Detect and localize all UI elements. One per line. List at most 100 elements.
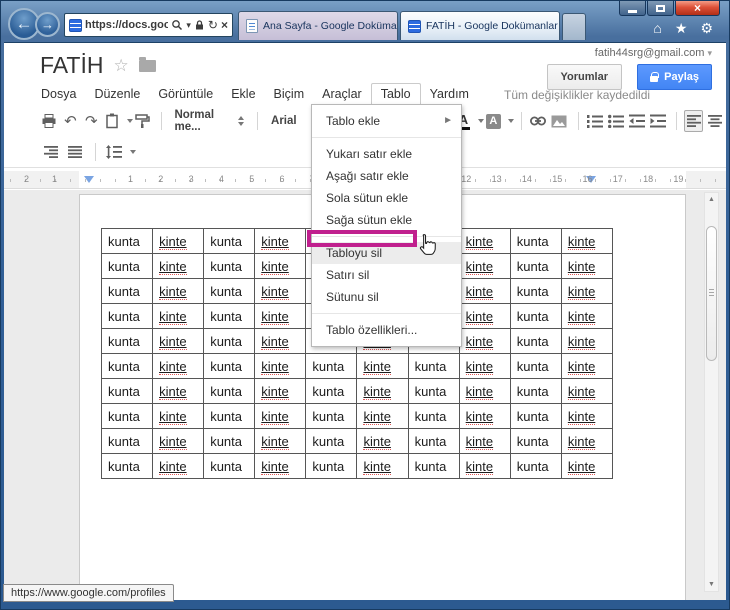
menu-item-sola-s-tun-ekle[interactable]: Sola sütun ekle [312, 187, 461, 209]
table-cell[interactable]: kunta [203, 303, 256, 329]
close-button[interactable]: × [675, 1, 720, 16]
table-cell[interactable]: kunta [100, 353, 154, 379]
scrollbar-thumb[interactable] [706, 226, 717, 361]
paste-icon[interactable] [103, 110, 122, 132]
table-cell[interactable]: kinte [458, 403, 511, 429]
table-cell[interactable]: kunta [509, 328, 562, 354]
table-cell[interactable]: kunta [509, 353, 562, 379]
share-button[interactable]: Paylaş [637, 64, 712, 90]
chevron-down-icon[interactable] [477, 119, 484, 123]
redo-icon[interactable]: ↷ [82, 110, 101, 132]
table-cell[interactable]: kinte [152, 278, 205, 304]
table-cell[interactable]: kunta [509, 228, 562, 254]
menu-araçlar[interactable]: Araçlar [313, 84, 371, 105]
vertical-scrollbar[interactable]: ▲ ▼ [704, 192, 719, 592]
stop-icon[interactable]: × [221, 19, 228, 31]
table-cell[interactable]: kinte [458, 278, 511, 304]
menu-düzenle[interactable]: Düzenle [85, 84, 149, 105]
table-cell[interactable]: kinte [254, 453, 307, 479]
table-cell[interactable]: kunta [305, 378, 358, 404]
table-cell[interactable]: kunta [509, 278, 562, 304]
justify-icon[interactable] [64, 141, 86, 163]
table-cell[interactable]: kinte [254, 328, 307, 354]
tab-fatih[interactable]: FATİH - Google Dokümanlar × [400, 11, 560, 40]
table-cell[interactable]: kinte [560, 403, 614, 429]
table-cell[interactable]: kunta [203, 353, 256, 379]
table-cell[interactable]: kunta [509, 453, 562, 479]
paint-format-icon[interactable] [133, 110, 152, 132]
table-cell[interactable]: kinte [458, 328, 511, 354]
table-cell[interactable]: kinte [458, 428, 511, 454]
numbered-list-icon[interactable] [585, 110, 604, 132]
menu-item-yukar-sat-r-ekle[interactable]: Yukarı satır ekle [312, 143, 461, 165]
align-left-icon[interactable] [683, 110, 704, 132]
table-cell[interactable]: kinte [458, 303, 511, 329]
account-menu[interactable]: fatih44srg@gmail.com ▾ [595, 47, 712, 59]
table-cell[interactable]: kunta [509, 403, 562, 429]
scroll-down-icon[interactable]: ▼ [705, 581, 718, 588]
table-cell[interactable]: kunta [203, 378, 256, 404]
menu-item-a-a-sat-r-ekle[interactable]: Aşağı satır ekle [312, 165, 461, 187]
table-cell[interactable]: kunta [407, 428, 460, 454]
menu-ekle[interactable]: Ekle [222, 84, 264, 105]
table-cell[interactable]: kunta [407, 353, 460, 379]
table-cell[interactable]: kunta [305, 428, 358, 454]
table-cell[interactable]: kunta [203, 253, 256, 279]
table-cell[interactable]: kinte [458, 378, 511, 404]
table-cell[interactable]: kinte [560, 353, 614, 379]
maximize-button[interactable] [647, 1, 674, 16]
menu-görüntüle[interactable]: Görüntüle [149, 84, 222, 105]
table-cell[interactable]: kunta [100, 278, 154, 304]
table-cell[interactable]: kinte [152, 253, 205, 279]
menu-biçim[interactable]: Biçim [265, 84, 314, 105]
tab-ana-sayfa[interactable]: Ana Sayfa - Google Dokümanlar [238, 11, 398, 40]
table-cell[interactable]: kunta [305, 453, 358, 479]
menu-item-s-tunu-sil[interactable]: Sütunu sil [312, 286, 461, 308]
print-icon[interactable] [40, 110, 59, 132]
menu-dosya[interactable]: Dosya [32, 84, 85, 105]
insert-image-icon[interactable] [550, 110, 569, 132]
table-cell[interactable]: kinte [560, 453, 614, 479]
table-cell[interactable]: kunta [305, 403, 358, 429]
folder-icon[interactable] [138, 56, 156, 72]
chevron-down-icon[interactable] [126, 119, 133, 123]
table-cell[interactable]: kunta [305, 353, 358, 379]
table-cell[interactable]: kinte [560, 253, 614, 279]
table-cell[interactable]: kinte [458, 453, 511, 479]
minimize-button[interactable] [619, 1, 646, 16]
forward-button[interactable]: → [35, 12, 60, 37]
table-cell[interactable]: kunta [509, 378, 562, 404]
table-cell[interactable]: kunta [100, 303, 154, 329]
table-cell[interactable]: kinte [560, 228, 614, 254]
align-right-icon[interactable] [40, 141, 62, 163]
favorites-star-icon[interactable]: ★ [675, 20, 688, 37]
settings-gear-icon[interactable]: ⚙ [700, 20, 713, 37]
undo-icon[interactable]: ↶ [61, 110, 80, 132]
table-cell[interactable]: kinte [356, 428, 409, 454]
table-cell[interactable]: kinte [152, 428, 205, 454]
font-dropdown[interactable]: Arial [265, 110, 303, 132]
align-center-icon[interactable] [705, 110, 724, 132]
table-cell[interactable]: kinte [152, 453, 205, 479]
table-cell[interactable]: kinte [254, 353, 307, 379]
table-cell[interactable]: kunta [407, 403, 460, 429]
table-cell[interactable]: kunta [203, 328, 256, 354]
menu-item-sat-r-sil[interactable]: Satırı sil [312, 264, 461, 286]
table-cell[interactable]: kinte [356, 378, 409, 404]
table-cell[interactable]: kinte [152, 403, 205, 429]
table-cell[interactable]: kunta [203, 228, 256, 254]
table-cell[interactable]: kunta [203, 278, 256, 304]
table-cell[interactable]: kinte [254, 228, 307, 254]
scroll-up-icon[interactable]: ▲ [705, 196, 718, 203]
table-cell[interactable]: kunta [509, 253, 562, 279]
table-cell[interactable]: kinte [560, 428, 614, 454]
table-cell[interactable]: kinte [254, 303, 307, 329]
table-cell[interactable]: kinte [560, 378, 614, 404]
table-cell[interactable]: kunta [407, 453, 460, 479]
increase-indent-icon[interactable] [648, 110, 667, 132]
table-cell[interactable]: kinte [254, 378, 307, 404]
search-icon[interactable] [171, 19, 183, 31]
menu-item-sa-a-s-tun-ekle[interactable]: Sağa sütun ekle [312, 209, 461, 231]
table-cell[interactable]: kinte [152, 303, 205, 329]
table-cell[interactable]: kinte [458, 253, 511, 279]
